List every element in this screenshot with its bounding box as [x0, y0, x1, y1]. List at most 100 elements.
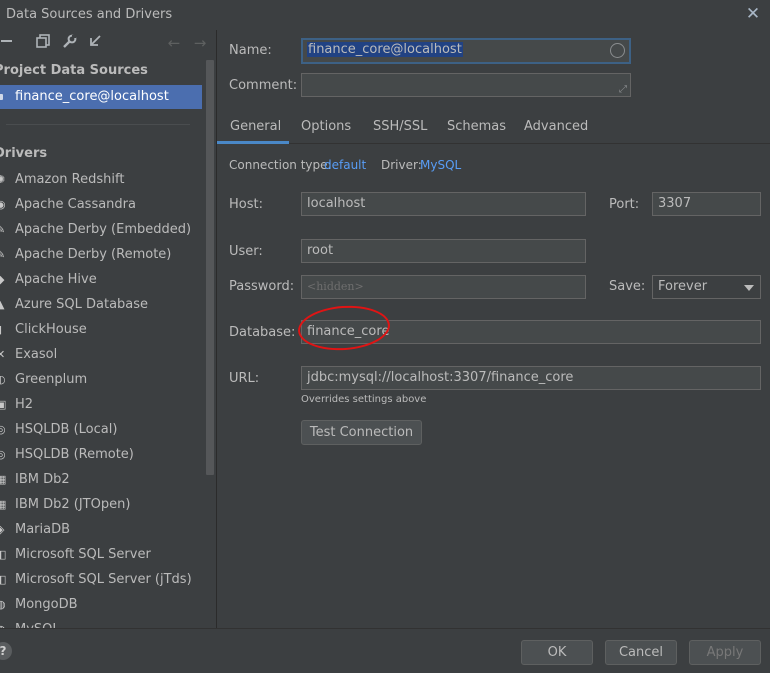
host-input[interactable]: localhost — [301, 192, 586, 216]
wrench-icon[interactable] — [60, 34, 78, 52]
driver-item[interactable]: ◧ Microsoft SQL Server (jTds) — [0, 568, 202, 593]
password-placeholder: <hidden> — [307, 280, 364, 293]
driver-item[interactable]: ◎ HSQLDB (Local) — [0, 418, 202, 443]
driver-label: Microsoft SQL Server — [15, 547, 151, 562]
driver-icon: ▦ — [0, 499, 6, 511]
driver-label: Azure SQL Database — [15, 297, 149, 312]
driver-item[interactable]: ✺ Amazon Redshift — [0, 168, 202, 193]
driver-icon: ◉ — [0, 199, 6, 211]
driver-label: HSQLDB (Remote) — [15, 447, 134, 462]
password-input[interactable]: <hidden> — [301, 275, 586, 299]
apply-button[interactable]: Apply — [689, 640, 761, 665]
help-icon[interactable]: ? — [0, 642, 12, 660]
port-label: Port: — [609, 197, 640, 212]
user-input[interactable]: root — [301, 239, 586, 263]
active-tab-indicator — [217, 141, 289, 144]
tab-divider — [217, 143, 770, 144]
url-value: jdbc:mysql://localhost:3307/finance_core — [307, 370, 574, 385]
tab-ssh-ssl[interactable]: SSH/SSL — [373, 119, 427, 134]
project-data-sources-header: Project Data Sources — [0, 63, 148, 78]
forward-arrow-icon[interactable]: → — [192, 34, 208, 52]
comment-input[interactable]: ⤢ — [301, 73, 631, 97]
driver-item[interactable]: ◉ Apache Cassandra — [0, 193, 202, 218]
database-label: Database: — [229, 325, 296, 340]
driver-icon: ◧ — [0, 549, 6, 561]
driver-label: Exasol — [15, 347, 58, 362]
driver-icon: ✎ — [0, 224, 6, 236]
driver-icon: ◍ — [0, 599, 6, 611]
driver-item[interactable]: ◧ Microsoft SQL Server — [0, 543, 202, 568]
password-label: Password: — [229, 279, 295, 294]
user-value: root — [307, 243, 334, 258]
driver-item[interactable]: ✎ Apache Derby (Remote) — [0, 243, 202, 268]
driver-item[interactable]: ▦ IBM Db2 — [0, 468, 202, 493]
name-value: finance_core@localhost — [307, 42, 463, 57]
ok-button[interactable]: OK — [521, 640, 593, 665]
driver-label: Amazon Redshift — [15, 172, 125, 187]
driver-label: Apache Hive — [15, 272, 97, 287]
import-icon[interactable] — [86, 34, 104, 52]
bottom-bar: ? OK Cancel Apply — [0, 628, 770, 673]
connection-type-label: Connection type: — [229, 158, 332, 172]
scrollbar[interactable] — [206, 60, 214, 475]
driver-icon: ▣ — [0, 399, 6, 411]
host-label: Host: — [229, 197, 263, 212]
driver-icon: ▦ — [0, 474, 6, 486]
connection-type-link[interactable]: default — [324, 158, 366, 172]
database-icon — [0, 94, 3, 100]
driver-item[interactable]: ▲ Azure SQL Database — [0, 293, 202, 318]
expand-icon[interactable]: ⤢ — [619, 84, 627, 95]
cancel-button[interactable]: Cancel — [605, 640, 677, 665]
driver-item[interactable]: ◐ Greenplum — [0, 368, 202, 393]
driver-label: Microsoft SQL Server (jTds) — [15, 572, 192, 587]
save-label: Save: — [609, 279, 646, 294]
name-input[interactable]: finance_core@localhost — [301, 38, 631, 64]
driver-label: Apache Derby (Remote) — [15, 247, 172, 262]
red-annotation-circle — [296, 302, 392, 354]
drivers-header: Drivers — [0, 146, 48, 161]
tab-schemas[interactable]: Schemas — [447, 119, 506, 134]
save-select[interactable]: Forever — [652, 275, 761, 299]
data-source-item[interactable]: finance_core@localhost — [0, 85, 202, 109]
driver-item[interactable]: ◍MySQL — [0, 618, 202, 628]
driver-label: MongoDB — [15, 597, 78, 612]
url-input[interactable]: jdbc:mysql://localhost:3307/finance_core — [301, 366, 761, 390]
host-value: localhost — [307, 196, 366, 211]
driver-link[interactable]: MySQL — [420, 158, 461, 172]
driver-item[interactable]: ✕ Exasol — [0, 343, 202, 368]
driver-item[interactable]: ✎ Apache Derby (Embedded) — [0, 218, 202, 243]
copy-icon[interactable] — [34, 34, 52, 52]
test-connection-button[interactable]: Test Connection — [301, 420, 422, 445]
title-bar: Data Sources and Drivers ✕ — [0, 0, 770, 30]
driver-label: Greenplum — [15, 372, 88, 387]
driver-label: Driver: — [381, 158, 422, 172]
driver-item[interactable]: ◎ HSQLDB (Remote) — [0, 443, 202, 468]
driver-label: IBM Db2 — [15, 472, 70, 487]
driver-icon: ◆ — [0, 274, 6, 286]
tab-options[interactable]: Options — [301, 119, 351, 134]
port-input[interactable]: 3307 — [652, 192, 761, 216]
driver-item[interactable]: ◆ Apache Hive — [0, 268, 202, 293]
driver-item[interactable]: ◍ MongoDB — [0, 593, 202, 618]
driver-item[interactable]: ▦ IBM Db2 (JTOpen) — [0, 493, 202, 518]
driver-icon: ◈ — [0, 524, 6, 536]
data-source-label: finance_core@localhost — [15, 89, 169, 104]
tab-general[interactable]: General — [230, 119, 281, 134]
driver-item[interactable]: ◈ MariaDB — [0, 518, 202, 543]
comment-label: Comment: — [229, 78, 298, 93]
minus-icon[interactable] — [0, 34, 16, 52]
driver-icon: ✺ — [0, 174, 6, 186]
back-arrow-icon[interactable]: ← — [166, 34, 182, 52]
driver-label: Apache Cassandra — [15, 197, 136, 212]
driver-item[interactable]: ▣ H2 — [0, 393, 202, 418]
save-value: Forever — [658, 279, 708, 294]
color-circle-icon[interactable] — [610, 43, 625, 58]
port-value: 3307 — [658, 196, 692, 211]
tab-advanced[interactable]: Advanced — [524, 119, 588, 134]
driver-item[interactable]: ▮ ClickHouse — [0, 318, 202, 343]
close-icon[interactable]: ✕ — [744, 5, 762, 23]
url-label: URL: — [229, 371, 260, 386]
driver-icon: ▲ — [0, 299, 6, 311]
driver-label: MariaDB — [15, 522, 71, 537]
driver-label: Apache Derby (Embedded) — [15, 222, 192, 237]
